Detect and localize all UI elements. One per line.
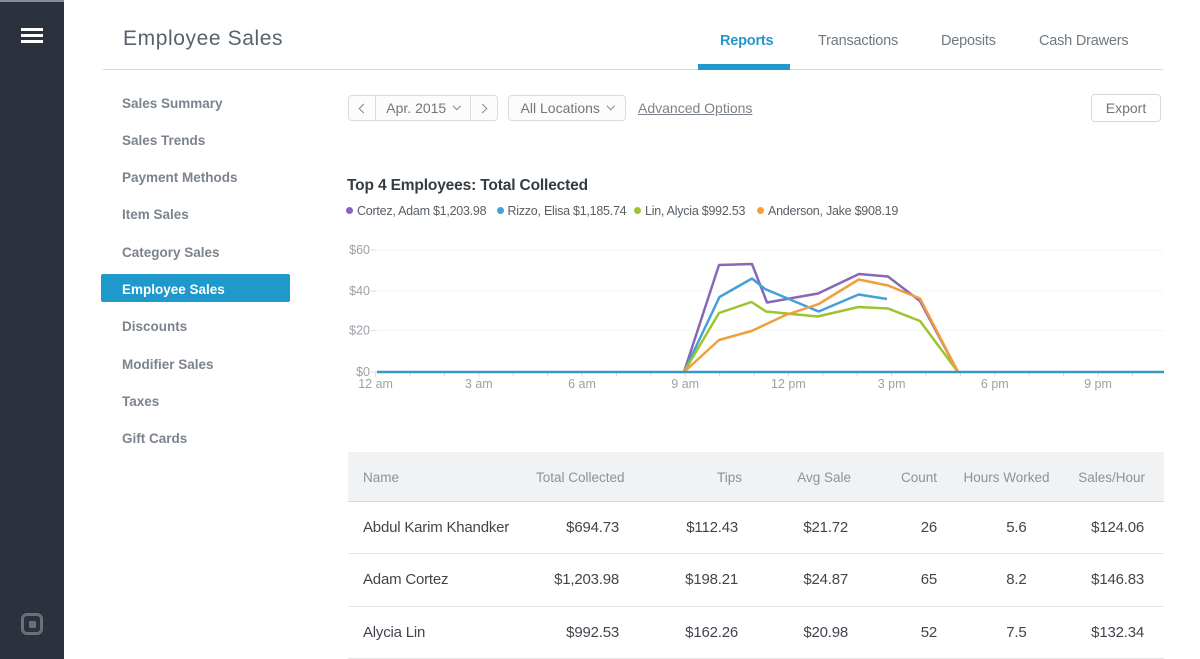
svg-text:6 am: 6 am	[568, 377, 596, 391]
svg-text:$20: $20	[349, 324, 370, 338]
svg-text:12 pm: 12 pm	[771, 377, 806, 391]
svg-text:3 pm: 3 pm	[878, 377, 906, 391]
svg-text:9 am: 9 am	[671, 377, 699, 391]
svg-text:6 pm: 6 pm	[981, 377, 1009, 391]
svg-text:3 am: 3 am	[465, 377, 493, 391]
svg-text:9 pm: 9 pm	[1084, 377, 1112, 391]
svg-text:$40: $40	[349, 284, 370, 298]
svg-text:$60: $60	[349, 243, 370, 257]
svg-text:12 am: 12 am	[358, 377, 393, 391]
